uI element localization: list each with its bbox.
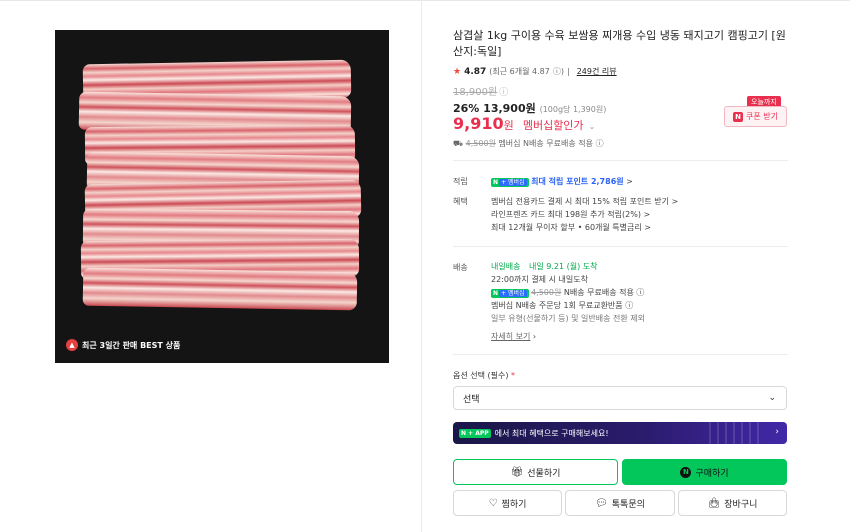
- price-info-icon[interactable]: ⓘ: [499, 85, 508, 98]
- shopping-bag-icon: 👜︎: [707, 497, 721, 509]
- naver-n-icon: N: [733, 111, 743, 122]
- member-price-label[interactable]: 멤버십할인가: [523, 119, 584, 132]
- option-label: 옵션 선택 (필수) *: [453, 370, 515, 381]
- points-label: 적립: [453, 177, 468, 186]
- app-promo-banner[interactable]: N + APP 에서 최대 혜택으로 구매해보세요! ›: [453, 422, 787, 444]
- chevron-down-icon[interactable]: ⌄: [589, 122, 596, 131]
- wishlist-button[interactable]: ♡ 찜하기: [453, 490, 562, 516]
- separator: |: [566, 67, 570, 76]
- wishlist-button-label: 찜하기: [501, 499, 527, 510]
- talktalk-button[interactable]: 💬︎ 톡톡문의: [565, 490, 675, 516]
- points-text: 최대 적립 포인트 2,786원: [531, 177, 624, 186]
- banner-decoration: [703, 422, 763, 444]
- pill-n: N: [493, 290, 499, 297]
- delivery-more-link[interactable]: 자세히 보기: [491, 332, 530, 341]
- buy-button[interactable]: N 구매하기: [622, 459, 787, 485]
- benefit-line[interactable]: 최대 12개월 무이자 할부 • 60개월 특별금리 >: [491, 221, 651, 234]
- rating-score: 4.87: [464, 66, 487, 77]
- cart-button-label: 장바구니: [724, 499, 758, 510]
- benefit-line[interactable]: 라인프렌즈 카드 최대 198원 추가 적립(2%) >: [491, 208, 650, 221]
- product-image[interactable]: ▲ 최근 3일간 판매 BEST 상품: [55, 30, 389, 363]
- delivery-exchange: 멤버십 N배송 주문당 1회 무료교환반품: [491, 301, 623, 310]
- delivery-exchange-row: 멤버십 N배송 주문당 1회 무료교환반품 ⓘ: [491, 299, 633, 312]
- divider: [453, 354, 788, 355]
- original-price: 18,900원 ⓘ: [453, 83, 508, 98]
- pill-n: N: [493, 179, 499, 186]
- option-select-value: 선택: [463, 394, 480, 405]
- delivery-old-price: 4,500원: [531, 288, 562, 297]
- member-price-won: 원: [503, 119, 514, 132]
- naver-plus-membership-icon: N + 멤버십: [491, 289, 529, 298]
- required-mark: *: [511, 371, 516, 380]
- top-border: [0, 0, 850, 1]
- delivery-more-row[interactable]: 자세히 보기 ›: [491, 330, 536, 343]
- coupon-button[interactable]: N 쿠폰 받기: [724, 106, 787, 127]
- info-icon[interactable]: ⓘ): [553, 66, 564, 77]
- cart-button[interactable]: 👜︎ 장바구니: [678, 490, 787, 516]
- naver-plus-membership-icon: N + 멤버십: [491, 178, 529, 187]
- best-badge-text: 최근 3일간 판매 BEST 상품: [82, 340, 181, 350]
- option-label-text: 옵션 선택 (필수): [453, 371, 509, 380]
- rating-row: ★ 4.87 (최근 6개월 4.87 ⓘ) | 249건 리뷰: [453, 66, 617, 77]
- points-row[interactable]: N + 멤버십 최대 적립 포인트 2,786원 >: [491, 175, 633, 188]
- unit-price: (100g당 1,390원): [539, 105, 607, 114]
- membership-shipping: ⛟ 4,500원 멤버십 N배송 무료배송 적용 ⓘ: [453, 138, 604, 149]
- original-price-value: 18,900원: [453, 87, 498, 98]
- review-count-link[interactable]: 249건 리뷰: [577, 66, 617, 77]
- member-price-value: 9,910: [453, 114, 504, 133]
- shipping-free-text: 멤버십 N배송 무료배송 적용: [498, 139, 594, 148]
- fast-delivery-badge: 내일배송: [491, 262, 521, 271]
- coupon-button-label: 쿠폰 받기: [746, 112, 778, 121]
- delivery-exclude: 일부 유형(선물하기 등) 및 일반배송 전환 제외: [491, 314, 645, 323]
- chevron-down-icon: ⌄: [768, 393, 776, 403]
- talktalk-button-label: 톡톡문의: [611, 499, 645, 510]
- delivery-label: 배송: [453, 263, 468, 272]
- fast-delivery-row: 내일배송 내일 9.21 (월) 도착: [491, 260, 597, 273]
- product-title: 삼겹살 1kg 구이용 수육 보쌈용 찌개용 수입 냉동 돼지고기 캠핑고기 […: [453, 29, 786, 58]
- option-select[interactable]: 선택 ⌄: [453, 386, 787, 410]
- info-icon[interactable]: ⓘ: [596, 139, 604, 148]
- delivery-cutoff: 22:00까지 결제 시 내일도착: [491, 275, 588, 284]
- delivery-shipping-row: N + 멤버십 4,500원 N배송 무료배송 적용 ⓘ: [491, 286, 644, 299]
- rating-recent: (최근 6개월 4.87: [489, 67, 550, 76]
- fast-delivery-date: 내일 9.21 (월) 도착: [529, 262, 598, 271]
- shipping-old-price: 4,500원: [465, 139, 496, 148]
- gift-button-label: 선물하기: [527, 468, 561, 479]
- delivery-free-text: N배송 무료배송 적용: [563, 288, 634, 297]
- gift-button[interactable]: 🎁︎ 선물하기: [453, 459, 618, 485]
- benefits-label: 혜택: [453, 197, 468, 206]
- divider: [453, 246, 788, 247]
- info-icon[interactable]: ⓘ: [636, 288, 644, 297]
- pork-slice: [82, 267, 358, 311]
- pill-membership: + 멤버십: [499, 179, 527, 186]
- benefit-line[interactable]: 멤버십 전용카드 결제 시 최대 15% 적립 포인트 받기 >: [491, 195, 678, 208]
- best-badge: ▲ 최근 3일간 판매 BEST 상품: [66, 339, 180, 351]
- member-price: 9,910원 멤버십할인가 ⌄: [453, 114, 595, 133]
- divider: [453, 160, 788, 161]
- panel-divider: [421, 0, 422, 532]
- info-icon[interactable]: ⓘ: [625, 301, 633, 310]
- chevron-right-icon: ›: [775, 427, 779, 437]
- star-icon: ★: [453, 66, 462, 77]
- app-promo-text: 에서 최대 혜택으로 구매해보세요!: [494, 428, 609, 438]
- buy-button-label: 구매하기: [695, 468, 729, 479]
- pill-membership: + 멤버십: [499, 290, 527, 297]
- truck-icon: ⛟: [453, 139, 464, 148]
- best-badge-icon: ▲: [66, 339, 78, 351]
- heart-icon: ♡: [488, 497, 498, 509]
- chevron-right-icon: ›: [532, 332, 537, 341]
- naver-app-icon: N + APP: [459, 428, 491, 438]
- chat-bubble-icon: 💬︎: [595, 497, 608, 509]
- gift-icon: 🎁︎: [510, 466, 524, 478]
- chevron-right-icon: >: [626, 177, 633, 186]
- naver-pay-icon: N: [680, 466, 692, 478]
